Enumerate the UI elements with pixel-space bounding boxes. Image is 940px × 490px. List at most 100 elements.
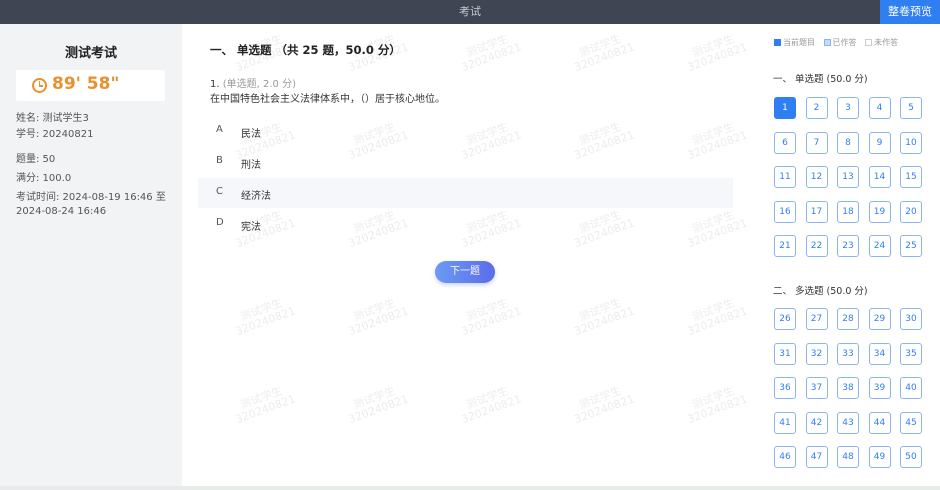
question-number-button[interactable]: 3 xyxy=(837,97,859,119)
next-question-button[interactable]: 下一题 xyxy=(435,261,495,283)
question-number-button[interactable]: 20 xyxy=(900,200,922,223)
question-number-button[interactable]: 7 xyxy=(805,131,828,154)
question-number-button[interactable]: 45 xyxy=(900,411,922,434)
question-number-button[interactable]: 49 xyxy=(868,446,891,468)
top-bar: 考试 整卷预览 xyxy=(0,0,940,24)
question-number-button[interactable]: 14 xyxy=(868,166,891,188)
question-number-button[interactable]: 32 xyxy=(805,342,828,365)
question-number-button[interactable]: 22 xyxy=(805,235,828,257)
watermark: 测试学生 320240821 xyxy=(346,384,411,427)
option-a[interactable]: A 民法 xyxy=(198,116,733,146)
question-count: 题量: 50 xyxy=(16,154,56,165)
watermark: 测试学生 320240821 xyxy=(233,384,298,427)
watermark: 测试学生 320240821 xyxy=(459,296,524,339)
question-meta: 1. (单选题, 2.0 分) xyxy=(210,75,296,90)
option-d[interactable]: D 宪法 xyxy=(198,209,733,239)
question-number-button[interactable]: 39 xyxy=(868,377,891,399)
question-number-button[interactable]: 33 xyxy=(837,342,859,365)
question-number-button[interactable]: 17 xyxy=(805,200,828,223)
legend-unanswered: 未作答 xyxy=(874,38,899,47)
watermark: 测试学生 320240821 xyxy=(346,296,411,339)
question-number-button[interactable]: 38 xyxy=(837,377,859,399)
question-number-button[interactable]: 41 xyxy=(774,411,796,434)
option-letter: A xyxy=(216,124,223,135)
question-number-button[interactable]: 10 xyxy=(900,131,922,154)
group-title-single: 一、 单选题 (50.0 分) xyxy=(773,74,868,85)
option-c[interactable]: C 经济法 xyxy=(198,178,733,208)
question-number-button[interactable]: 44 xyxy=(868,411,891,434)
option-text: 经济法 xyxy=(241,191,271,202)
question-number-button[interactable]: 48 xyxy=(837,446,859,468)
question-number-button[interactable]: 23 xyxy=(837,235,859,257)
question-number-button[interactable]: 4 xyxy=(868,97,891,119)
option-letter: D xyxy=(216,217,224,228)
question-number-button[interactable]: 13 xyxy=(837,166,859,188)
current-swatch xyxy=(774,39,781,46)
status-legend: 当前题目 已作答 未作答 xyxy=(774,37,904,48)
window-title: 考试 xyxy=(459,5,481,18)
legend-current: 当前题目 xyxy=(783,38,815,47)
question-number-button[interactable]: 12 xyxy=(805,166,828,188)
question-number-button[interactable]: 36 xyxy=(774,377,796,399)
question-number-button[interactable]: 26 xyxy=(774,308,796,330)
watermark: 测试学生 320240821 xyxy=(459,384,524,427)
question-type-score: (单选题, 2.0 分) xyxy=(222,79,296,90)
answer-sheet-panel: 当前题目 已作答 未作答 一、 单选题 (50.0 分) 1 2 3 4 5 6 7 8 9 10… xyxy=(754,24,940,486)
watermark: 测试学生 320240821 xyxy=(685,32,750,75)
option-b[interactable]: B 刑法 xyxy=(198,147,733,177)
question-number-button[interactable]: 43 xyxy=(837,411,859,434)
countdown-timer: 89' 58" xyxy=(16,70,165,101)
full-score: 满分: 100.0 xyxy=(16,173,72,184)
question-number-button[interactable]: 11 xyxy=(774,166,796,188)
question-number-button[interactable]: 21 xyxy=(774,235,796,257)
option-text: 刑法 xyxy=(241,160,261,171)
watermark: 测试学生 320240821 xyxy=(572,384,637,427)
question-number-button[interactable]: 31 xyxy=(774,342,796,365)
exam-time-start: 考试时间: 2024-08-19 16:46 至 xyxy=(16,192,166,203)
watermark: 测试学生 320240821 xyxy=(572,296,637,339)
question-number-button[interactable]: 15 xyxy=(900,166,922,188)
question-number-button[interactable]: 35 xyxy=(900,342,922,365)
exam-info-panel: 测试考试 89' 58" 姓名: 测试学生3 学号: 20240821 题量: … xyxy=(0,24,182,486)
option-text: 民法 xyxy=(241,129,261,140)
question-number-button[interactable]: 18 xyxy=(837,200,859,223)
question-number-button[interactable]: 9 xyxy=(868,131,891,154)
question-number-button[interactable]: 5 xyxy=(900,97,922,119)
question-number-button[interactable]: 46 xyxy=(774,446,796,468)
option-letter: C xyxy=(216,186,223,197)
full-paper-preview-button[interactable]: 整卷预览 xyxy=(880,0,940,24)
section-title: 一、 单选题 （共 25 题，50.0 分） xyxy=(210,43,401,57)
question-number-button[interactable]: 47 xyxy=(805,446,828,468)
watermark: 测试学生 320240821 xyxy=(233,296,298,339)
question-number-button[interactable]: 37 xyxy=(805,377,828,399)
student-id: 学号: 20240821 xyxy=(16,129,94,140)
watermark: 测试学生 320240821 xyxy=(459,32,524,75)
question-number-button[interactable]: 1 xyxy=(774,97,796,119)
question-number-button[interactable]: 34 xyxy=(868,342,891,365)
question-number-button[interactable]: 40 xyxy=(900,377,922,399)
question-text: 在中国特色社会主义法律体系中，（）居于核心地位。 xyxy=(210,94,445,105)
question-number-button[interactable]: 42 xyxy=(805,411,828,434)
question-number-button[interactable]: 25 xyxy=(900,235,922,257)
unanswered-swatch xyxy=(865,39,873,46)
legend-answered: 已作答 xyxy=(832,38,857,47)
question-area: 测试学生 320240821 测试学生 320240821 测试学生 320240821 测… xyxy=(182,24,754,486)
question-number-button[interactable]: 16 xyxy=(774,200,796,223)
answered-swatch xyxy=(823,39,831,46)
question-number-button[interactable]: 6 xyxy=(774,131,796,154)
question-number-button[interactable]: 24 xyxy=(868,235,891,257)
group-title-multiple: 二、 多选题 (50.0 分) xyxy=(773,286,868,297)
question-number-button[interactable]: 8 xyxy=(837,131,859,154)
student-name: 姓名: 测试学生3 xyxy=(16,113,89,124)
bottom-edge xyxy=(0,486,940,490)
question-number: 1. xyxy=(210,79,220,90)
option-text: 宪法 xyxy=(241,222,261,233)
question-number-button[interactable]: 29 xyxy=(868,308,891,330)
question-number-button[interactable]: 2 xyxy=(805,97,828,119)
question-number-button[interactable]: 27 xyxy=(805,308,828,330)
question-number-button[interactable]: 28 xyxy=(837,308,859,330)
question-number-button[interactable]: 50 xyxy=(900,446,922,468)
question-number-button[interactable]: 19 xyxy=(868,200,891,223)
clock-icon xyxy=(32,78,47,93)
question-number-button[interactable]: 30 xyxy=(900,308,922,330)
